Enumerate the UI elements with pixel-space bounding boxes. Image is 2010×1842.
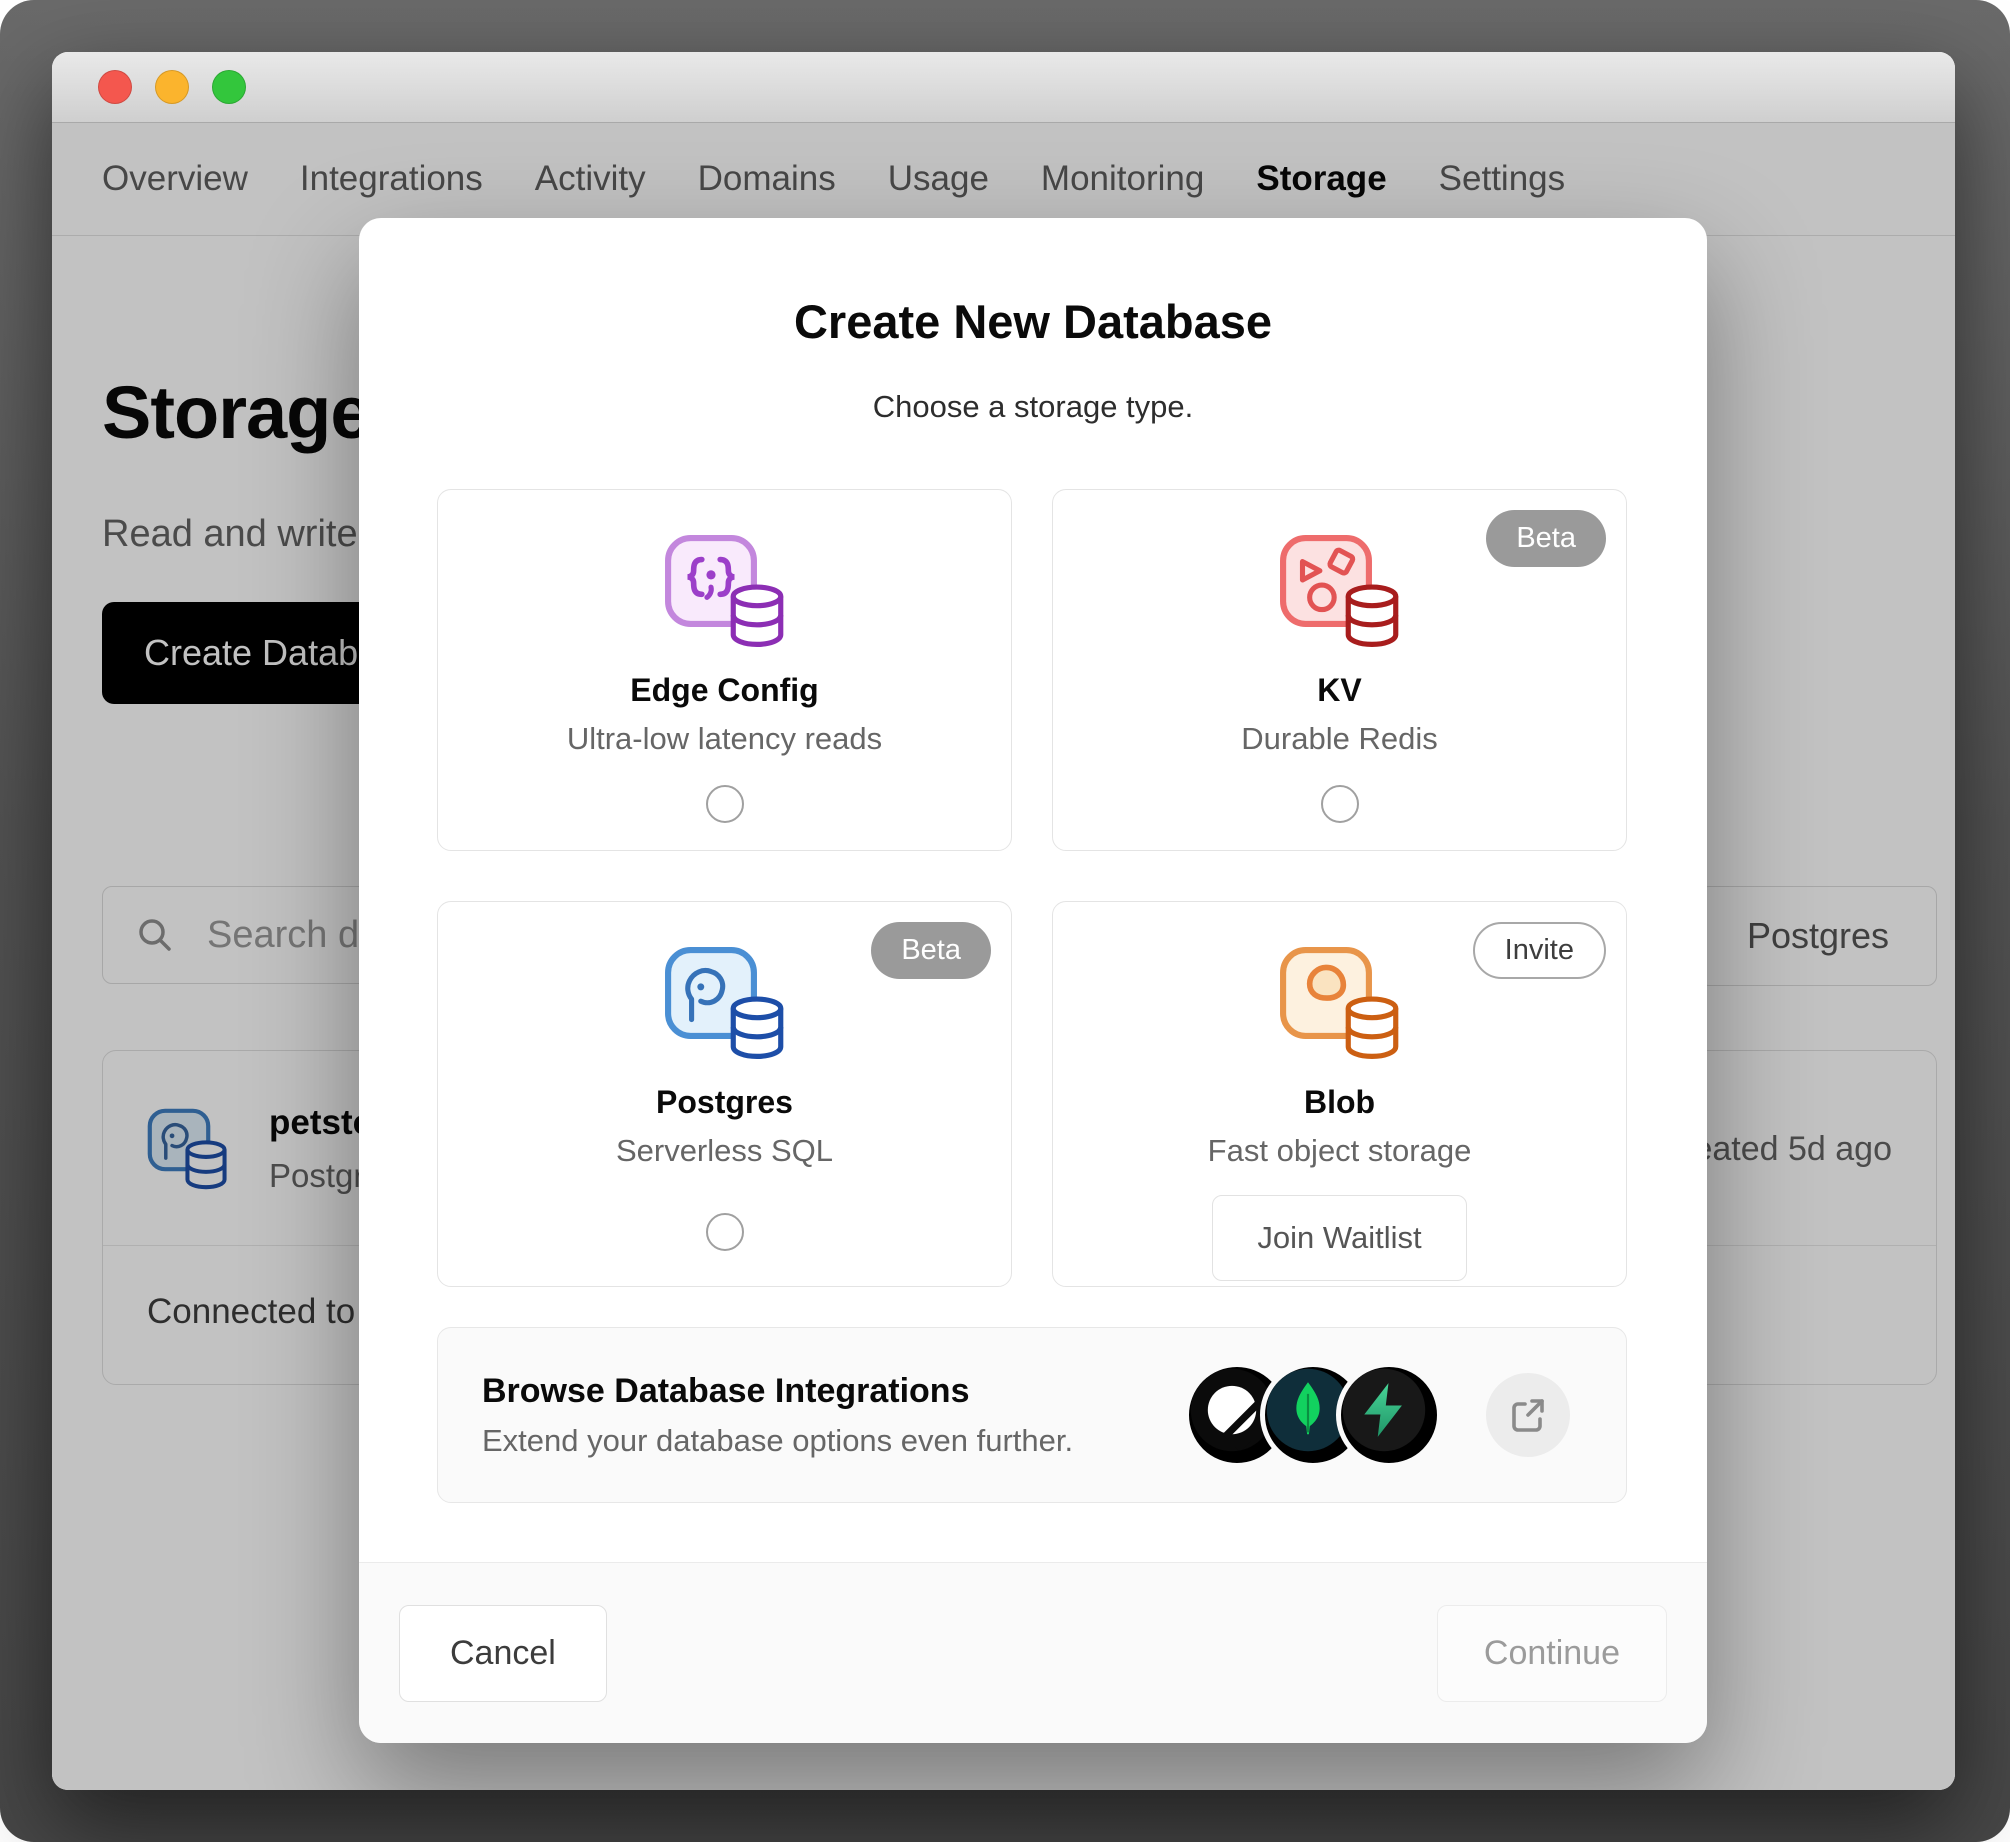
open-integrations-button[interactable] [1486,1373,1570,1457]
beta-badge: Beta [871,922,991,979]
invite-badge: Invite [1472,922,1606,979]
supabase-icon [1336,1362,1442,1468]
card-subtitle: Ultra-low latency reads [566,721,883,756]
browse-text: Browse Database Integrations Extend your… [482,1372,1073,1459]
card-subtitle: Durable Redis [1241,721,1438,756]
postgres-radio[interactable] [705,1213,744,1251]
screenshot: Overview Integrations Activity Domains U… [0,0,2010,1842]
browse-title: Browse Database Integrations [482,1371,970,1410]
minimize-icon[interactable] [155,70,189,104]
integration-avatars [1184,1362,1442,1468]
storage-card-kv[interactable]: Beta KV Durable Redis [1052,489,1627,851]
storage-card-blob[interactable]: Invite Blob Fast object storage Join Wai… [1052,901,1627,1287]
kv-icon [1279,534,1401,648]
browse-actions [1184,1362,1570,1468]
maximize-icon[interactable] [212,70,246,104]
join-waitlist-button[interactable]: Join Waitlist [1212,1195,1467,1281]
modal-footer: Cancel Continue [359,1562,1707,1743]
window-content: Overview Integrations Activity Domains U… [52,123,1955,1790]
postgres-icon [664,946,786,1060]
browse-subtitle: Extend your database options even furthe… [482,1422,1074,1458]
card-title: Edge Config [630,672,819,708]
cancel-button[interactable]: Cancel [399,1604,607,1702]
modal-title: Create New Database [793,295,1273,348]
beta-badge: Beta [1486,510,1606,567]
edge-config-icon [664,534,786,648]
card-subtitle: Serverless SQL [615,1133,834,1168]
card-title: KV [1317,672,1362,708]
edge-config-radio[interactable] [705,785,744,823]
window-titlebar [52,52,1955,123]
browse-integrations-card[interactable]: Browse Database Integrations Extend your… [437,1327,1627,1503]
browser-window: Overview Integrations Activity Domains U… [52,52,1955,1790]
close-icon[interactable] [98,70,132,104]
continue-button[interactable]: Continue [1436,1604,1667,1702]
storage-card-postgres[interactable]: Beta Postgres Serverless SQL [437,901,1012,1287]
kv-radio[interactable] [1320,785,1359,823]
storage-card-edge-config[interactable]: Edge Config Ultra-low latency reads [437,489,1012,851]
create-database-modal: Create New Database Choose a storage typ… [359,218,1707,1743]
blob-icon [1279,946,1401,1060]
card-subtitle: Fast object storage [1207,1133,1472,1168]
external-link-icon [1512,1399,1544,1432]
card-title: Postgres [656,1084,793,1120]
storage-type-grid: Edge Config Ultra-low latency reads Beta [437,489,1627,1287]
card-title: Blob [1303,1084,1376,1120]
modal-subtitle: Choose a storage type. [872,389,1194,424]
